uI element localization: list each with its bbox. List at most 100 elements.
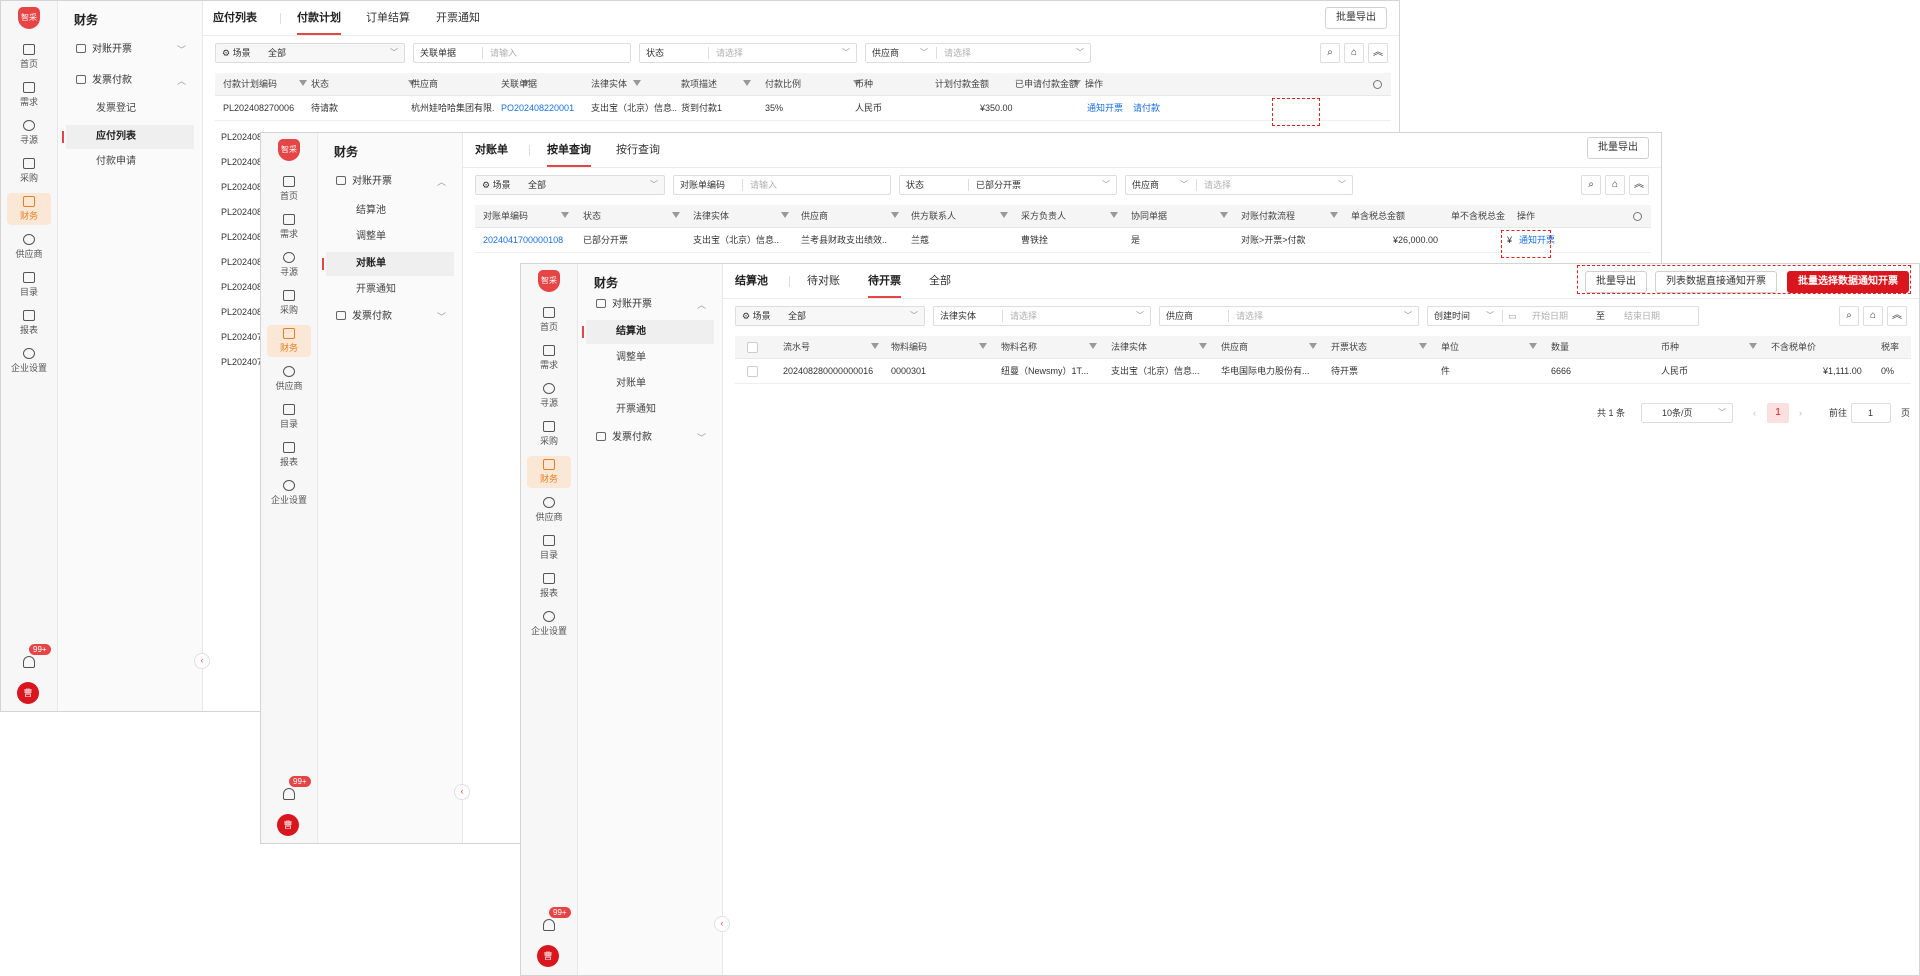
scene-select[interactable]: ⚙ 场景 全部 ﹀ <box>475 175 665 195</box>
related-doc-input[interactable]: 关联单据 请输入 <box>413 43 631 63</box>
page-1-button[interactable]: 1 <box>1767 403 1789 423</box>
filter-icon[interactable] <box>672 212 680 218</box>
tab-pending-reconcile[interactable]: 待对账 <box>807 264 840 298</box>
filter-icon[interactable] <box>1529 343 1537 349</box>
supplier-select[interactable]: 供应商 ﹀ 请选择 ﹀ <box>865 43 1091 63</box>
select-all-checkbox[interactable] <box>747 342 758 353</box>
rail-supplier[interactable]: 供应商 <box>1 234 57 260</box>
supplier-select[interactable]: 供应商 ﹀ 请选择 ﹀ <box>1125 175 1353 195</box>
batch-export-button[interactable]: 批量导出 <box>1587 137 1649 159</box>
status-select[interactable]: 状态 请选择 ﹀ <box>639 43 857 63</box>
supplier-select[interactable]: 供应商 请选择 ﹀ <box>1159 306 1419 326</box>
rail-supplier[interactable]: 供应商 <box>521 497 577 523</box>
menu-item-adjustment[interactable]: 调整单 <box>326 225 454 249</box>
filter-icon[interactable] <box>1749 343 1757 349</box>
row-checkbox[interactable] <box>747 366 758 377</box>
menu-item-invoice-notice[interactable]: 开票通知 <box>326 278 454 302</box>
menu-item-payment-request[interactable]: 付款申请 <box>66 150 194 174</box>
next-page-icon[interactable]: › <box>1799 401 1802 425</box>
rail-report[interactable]: 报表 <box>1 310 57 336</box>
avatar[interactable]: 曹 <box>537 945 559 967</box>
legal-entity-select[interactable]: 法律实体 请选择 ﹀ <box>933 306 1151 326</box>
scene-select[interactable]: ⚙ 场景 全部 ﹀ <box>215 43 405 63</box>
filter-icon[interactable] <box>299 80 307 86</box>
filter-icon[interactable] <box>1110 212 1118 218</box>
rail-purchase[interactable]: 采购 <box>261 290 317 316</box>
bell-icon[interactable] <box>23 656 35 668</box>
request-payment-link[interactable]: 请付款 <box>1133 96 1160 120</box>
rail-sourcing[interactable]: 寻源 <box>521 383 577 409</box>
filter-icon[interactable] <box>871 343 879 349</box>
menu-group-invoice-pay[interactable]: 发票付款 ﹀ <box>586 427 714 449</box>
table-row[interactable]: PL202408270006 待请款 杭州娃哈哈集团有限... PO202408… <box>215 96 1391 121</box>
tab-payment-plan[interactable]: 付款计划 <box>297 1 341 35</box>
goto-page-input[interactable]: 1 <box>1851 403 1891 423</box>
menu-item-invoice-notice[interactable]: 开票通知 <box>586 398 714 422</box>
clear-button[interactable]: ⌂ <box>1344 43 1364 63</box>
rail-finance[interactable]: 财务 <box>527 456 571 488</box>
related-doc-link[interactable]: PO202408220001 <box>501 96 574 120</box>
rail-settings[interactable]: 企业设置 <box>261 480 317 506</box>
menu-item-payables[interactable]: 应付列表 <box>62 125 194 149</box>
notify-invoice-link[interactable]: 通知开票 <box>1087 96 1123 120</box>
scene-select[interactable]: ⚙ 场景 全部 ﹀ <box>735 306 925 326</box>
rail-home[interactable]: 首页 <box>521 307 577 333</box>
rail-purchase[interactable]: 采购 <box>521 421 577 447</box>
tab-by-line[interactable]: 按行查询 <box>616 133 660 167</box>
rail-finance[interactable]: 财务 <box>267 325 311 357</box>
search-button[interactable]: ⌕ <box>1320 43 1340 63</box>
search-button[interactable]: ⌕ <box>1839 306 1859 326</box>
table-row[interactable]: 202408280000000016 0000301 纽曼（Newsmy）1T.… <box>735 359 1911 384</box>
rail-sourcing[interactable]: 寻源 <box>261 252 317 278</box>
tab-by-order[interactable]: 按单查询 <box>547 133 591 167</box>
menu-item-adjustment[interactable]: 调整单 <box>586 346 714 370</box>
statement-code-input[interactable]: 对账单编码 请输入 <box>673 175 891 195</box>
menu-group-reconcile[interactable]: 对账开票 ︿ <box>586 294 714 316</box>
filter-icon[interactable] <box>561 212 569 218</box>
menu-item-settlement-pool[interactable]: 结算池 <box>326 199 454 223</box>
rail-report[interactable]: 报表 <box>521 573 577 599</box>
rail-demand[interactable]: 需求 <box>261 214 317 240</box>
collapse-filter-button[interactable]: ︽ <box>1887 306 1907 326</box>
filter-icon[interactable] <box>1419 343 1427 349</box>
clear-button[interactable]: ⌂ <box>1605 175 1625 195</box>
rail-settings[interactable]: 企业设置 <box>1 348 57 374</box>
tab-invoice-notice[interactable]: 开票通知 <box>436 1 480 35</box>
search-button[interactable]: ⌕ <box>1581 175 1601 195</box>
menu-group-invoice-pay[interactable]: 发票付款 ︿ <box>66 70 194 92</box>
status-select[interactable]: 状态 已部分开票 ﹀ <box>899 175 1117 195</box>
collapse-filter-button[interactable]: ︽ <box>1629 175 1649 195</box>
menu-item-invoice-register[interactable]: 发票登记 <box>66 97 194 121</box>
rail-sourcing[interactable]: 寻源 <box>1 120 57 146</box>
rail-supplier[interactable]: 供应商 <box>261 366 317 392</box>
rail-catalog[interactable]: 目录 <box>521 535 577 561</box>
avatar[interactable]: 曹 <box>17 682 39 704</box>
page-size-select[interactable]: 10条/页 ﹀ <box>1641 403 1733 423</box>
menu-group-invoice-pay[interactable]: 发票付款 ﹀ <box>326 306 454 328</box>
filter-icon[interactable] <box>633 80 641 86</box>
filter-icon[interactable] <box>891 212 899 218</box>
filter-icon[interactable] <box>743 80 751 86</box>
rail-catalog[interactable]: 目录 <box>261 404 317 430</box>
rail-demand[interactable]: 需求 <box>521 345 577 371</box>
rail-report[interactable]: 报表 <box>261 442 317 468</box>
prev-page-icon[interactable]: ‹ <box>1753 401 1756 425</box>
bell-icon[interactable] <box>283 788 295 800</box>
column-settings-icon[interactable] <box>1633 212 1642 221</box>
filter-icon[interactable] <box>1220 212 1228 218</box>
filter-icon[interactable] <box>979 343 987 349</box>
collapse-filter-button[interactable]: ︽ <box>1368 43 1388 63</box>
menu-group-reconcile[interactable]: 对账开票 ︿ <box>326 171 454 193</box>
tab-pending-invoice[interactable]: 待开票 <box>868 264 901 298</box>
menu-item-statement[interactable]: 对账单 <box>586 372 714 396</box>
rail-catalog[interactable]: 目录 <box>1 272 57 298</box>
avatar[interactable]: 曹 <box>277 814 299 836</box>
rail-purchase[interactable]: 采购 <box>1 158 57 184</box>
rail-settings[interactable]: 企业设置 <box>521 611 577 637</box>
filter-icon[interactable] <box>1199 343 1207 349</box>
bell-icon[interactable] <box>543 919 555 931</box>
tab-order-settlement[interactable]: 订单结算 <box>366 1 410 35</box>
filter-icon[interactable] <box>1000 212 1008 218</box>
filter-icon[interactable] <box>781 212 789 218</box>
table-row[interactable]: 2024041700000108 已部分开票 支出宝（北京）信息... 兰考县财… <box>475 228 1651 253</box>
